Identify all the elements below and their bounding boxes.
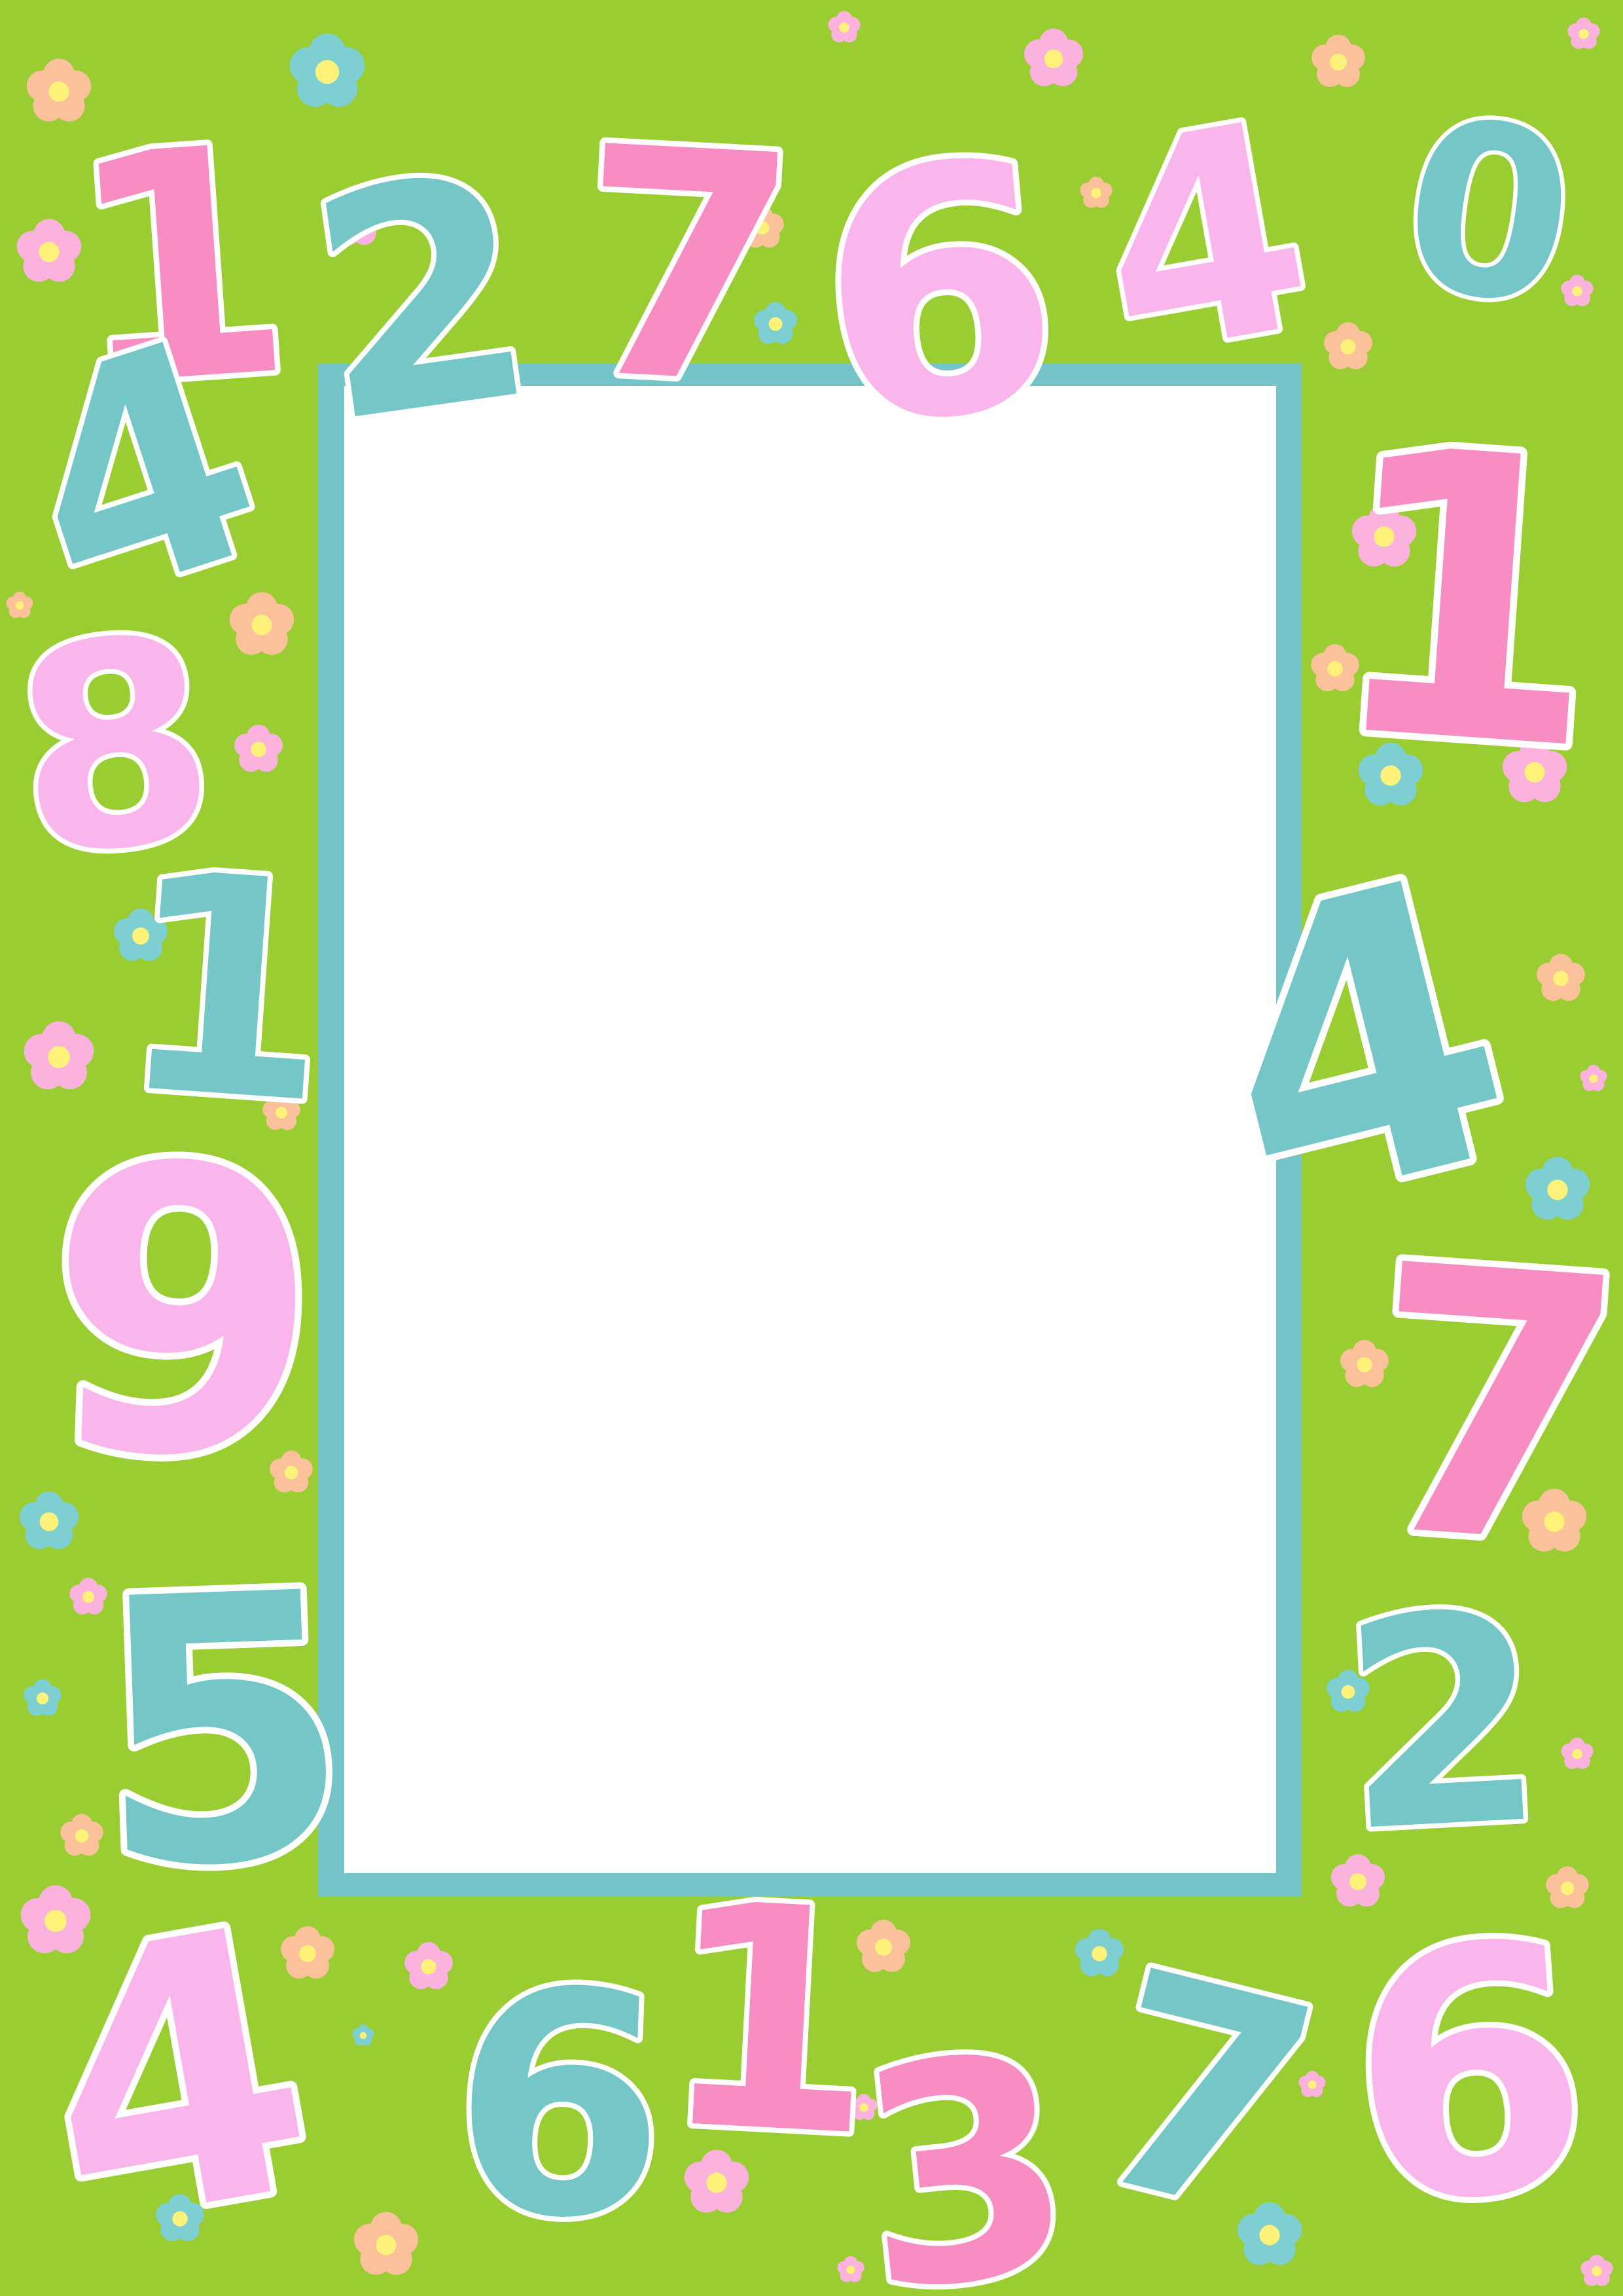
decorative-digit: 9 <box>39 1081 328 1547</box>
decorative-digit: 3 <box>843 1989 1088 2296</box>
photo-frame-area <box>344 386 1276 1873</box>
flower-icon <box>352 2024 374 2046</box>
decorative-digit: 1 <box>1313 363 1618 838</box>
flower-icon <box>837 2256 865 2282</box>
flower-icon <box>1324 322 1372 370</box>
flower-icon <box>1561 1737 1594 1769</box>
flower-icon <box>1537 954 1585 1001</box>
decor-canvas: 12 76 4 04 181 49 75 24 61376 <box>0 10 1623 2296</box>
number-frame-page: 127640418149752461376 <box>0 0 1623 2296</box>
flower-icon <box>1024 28 1084 86</box>
decorative-digit: 0 <box>1389 66 1589 361</box>
flower-icon <box>60 1814 103 1856</box>
decorative-digit: 6 <box>446 1923 673 2288</box>
flower-icon <box>1580 1065 1607 1091</box>
decorative-digit: 7 <box>568 80 806 457</box>
decorative-digit: 2 <box>1334 1551 1552 1895</box>
flower-icon <box>24 1021 94 1090</box>
flower-icon <box>353 2212 419 2275</box>
decorative-digit: 6 <box>1338 1869 1601 2281</box>
flower-icon <box>1561 274 1594 306</box>
decorative-digit: 6 <box>804 86 1075 502</box>
flower-icon <box>404 1942 453 1990</box>
flower-icon <box>828 10 861 43</box>
flower-icon <box>289 33 365 107</box>
flower-icon <box>1567 17 1600 49</box>
flower-icon <box>1311 35 1365 87</box>
flower-icon <box>24 1679 62 1716</box>
flower-icon <box>234 725 283 772</box>
flower-icon <box>1075 1929 1124 1977</box>
